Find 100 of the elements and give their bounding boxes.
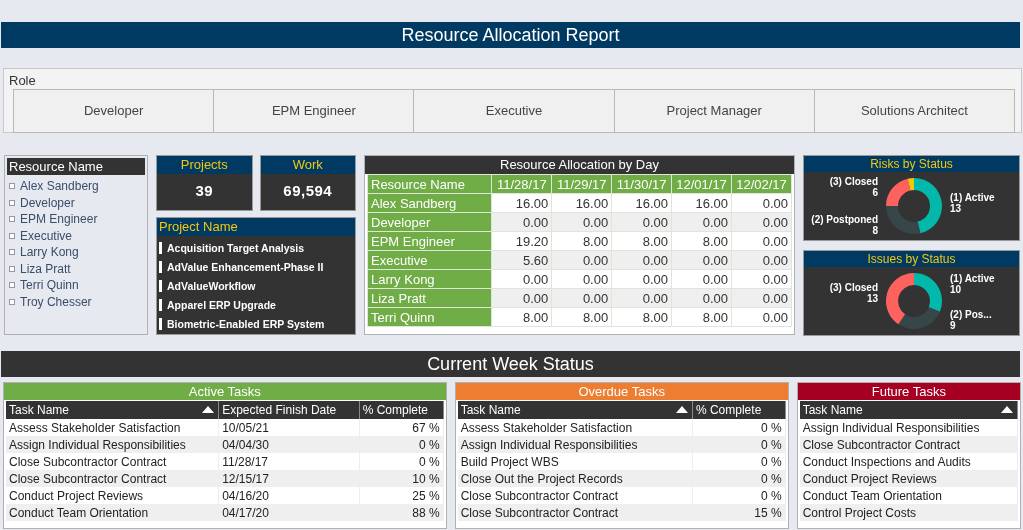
table-cell: Close Out the Project Records xyxy=(457,470,693,487)
value-label: 6 xyxy=(872,187,878,199)
item-marker xyxy=(159,298,162,311)
table-cell: Close Subcontractor Contract xyxy=(6,470,219,487)
table-cell: 0.00 xyxy=(731,307,792,327)
table-cell: Assign Individual Responsibilities xyxy=(457,436,693,453)
item-marker xyxy=(159,241,162,254)
table-cell: 0.00 xyxy=(731,269,792,289)
table-cell: 8.00 xyxy=(551,231,612,251)
slicer-item[interactable]: Liza Pratt xyxy=(20,261,71,276)
column-header: Resource Name xyxy=(367,174,492,194)
checkbox[interactable] xyxy=(9,282,15,289)
row-header: Executive xyxy=(367,250,492,270)
table-cell: 10 % xyxy=(359,470,444,487)
slicer-item[interactable]: AdValueWorkflow xyxy=(167,279,256,292)
table-cell: Conduct Project Reviews xyxy=(799,470,1018,487)
slicer-header: Resource Name xyxy=(7,158,145,175)
card-value: 69,594 xyxy=(282,181,334,201)
checkbox[interactable] xyxy=(9,199,15,206)
checkbox[interactable] xyxy=(9,298,15,305)
table-title: Resource Allocation by Day xyxy=(365,156,794,174)
value-label: 13 xyxy=(866,292,878,304)
checkbox[interactable] xyxy=(9,249,15,256)
slicer-header: Project Name xyxy=(157,218,355,236)
column-header[interactable]: Task Name xyxy=(6,401,219,419)
row-header: Larry Kong xyxy=(367,269,492,289)
slicer-item[interactable]: EPM Engineer xyxy=(20,212,98,227)
item-marker xyxy=(159,260,162,273)
slicer-item[interactable]: Troy Chesser xyxy=(20,294,92,309)
checkbox[interactable] xyxy=(9,265,15,272)
slicer-item[interactable]: Developer xyxy=(20,195,75,210)
slicer-item[interactable]: Biometric-Enabled ERP System xyxy=(167,317,325,330)
table-cell: Control Project Costs xyxy=(799,504,1018,521)
category-label: (3) Closed xyxy=(829,281,878,293)
table-cell: 16.00 xyxy=(611,193,672,213)
table-cell: 88 % xyxy=(359,504,444,521)
column-header: 12/02/17 xyxy=(731,174,792,194)
role-option-button[interactable]: Developer xyxy=(13,89,215,133)
table-cell: 0.00 xyxy=(551,269,612,289)
table-cell: 16.00 xyxy=(491,193,552,213)
row-header: Alex Sandberg xyxy=(367,193,492,213)
role-option-button[interactable]: Project Manager xyxy=(613,89,815,133)
checkbox[interactable] xyxy=(9,216,15,223)
table-cell: 0.00 xyxy=(491,269,552,289)
table-cell: Close Subcontractor Contract xyxy=(457,504,693,521)
column-header: 11/29/17 xyxy=(551,174,612,194)
role-option-button[interactable]: Executive xyxy=(413,89,615,133)
slicer-item[interactable]: Executive xyxy=(20,228,73,243)
role-option-button[interactable]: EPM Engineer xyxy=(213,89,415,133)
item-marker xyxy=(159,317,162,330)
table-cell: 0.00 xyxy=(671,269,732,289)
table-cell: 8.00 xyxy=(551,307,612,327)
category-label: (3) Closed xyxy=(829,176,878,188)
table-cell: 12/15/17 xyxy=(218,470,360,487)
card-title: Projects xyxy=(157,156,252,174)
row-header: Terri Quinn xyxy=(367,307,492,327)
column-header[interactable]: % Complete xyxy=(692,401,786,419)
table-title: Future Tasks xyxy=(797,383,1020,400)
value-label: 9 xyxy=(950,320,956,331)
sort-icon xyxy=(1001,406,1013,413)
table-title: Active Tasks xyxy=(4,383,446,400)
column-header[interactable]: Task Name xyxy=(799,401,1018,419)
row-header: Developer xyxy=(367,212,492,232)
table-cell: 16.00 xyxy=(551,193,612,213)
row-header: EPM Engineer xyxy=(367,231,492,251)
table-cell: 19.20 xyxy=(491,231,552,251)
role-option-button[interactable]: Solutions Architect xyxy=(813,89,1015,133)
column-header[interactable]: Expected Finish Date xyxy=(218,401,360,419)
table-cell: 0 % xyxy=(692,470,786,487)
column-header[interactable]: % Complete xyxy=(359,401,444,419)
slicer-item[interactable]: Acquisition Target Analysis xyxy=(167,241,305,254)
table-cell: 04/04/30 xyxy=(218,436,360,453)
slicer-item[interactable]: Apparel ERP Upgrade xyxy=(167,298,276,311)
slicer-item[interactable]: Larry Kong xyxy=(20,245,79,260)
table-cell: 8.00 xyxy=(611,307,672,327)
category-label: (2) Postponed xyxy=(811,214,878,225)
checkbox[interactable] xyxy=(9,183,15,190)
table-cell: Close Subcontractor Contract xyxy=(799,436,1018,453)
column-header[interactable]: Task Name xyxy=(457,401,693,419)
category-label: (1) Active xyxy=(950,273,995,285)
column-header: 11/30/17 xyxy=(611,174,672,194)
table-cell: 16.00 xyxy=(671,193,732,213)
table-cell: 0.00 xyxy=(731,193,792,213)
value-label: 10 xyxy=(950,284,962,296)
value-label: 8 xyxy=(872,225,878,236)
table-cell: 15 % xyxy=(692,504,786,521)
table-cell: 0.00 xyxy=(611,269,672,289)
slicer-item[interactable]: AdValue Enhancement-Phase II xyxy=(167,260,324,273)
table-cell: 8.00 xyxy=(611,231,672,251)
section-title: Current Week Status xyxy=(1,351,1020,377)
table-cell: 8.00 xyxy=(671,231,732,251)
column-header: 12/01/17 xyxy=(671,174,732,194)
table-cell: 04/17/20 xyxy=(218,504,360,521)
table-cell: 8.00 xyxy=(491,307,552,327)
slicer-label: Role xyxy=(8,72,37,88)
item-marker xyxy=(159,279,162,292)
slicer-item[interactable]: Alex Sandberg xyxy=(20,179,99,194)
slicer-item[interactable]: Terri Quinn xyxy=(20,278,79,293)
table-cell: 0.00 xyxy=(731,231,792,251)
checkbox[interactable] xyxy=(9,232,15,239)
